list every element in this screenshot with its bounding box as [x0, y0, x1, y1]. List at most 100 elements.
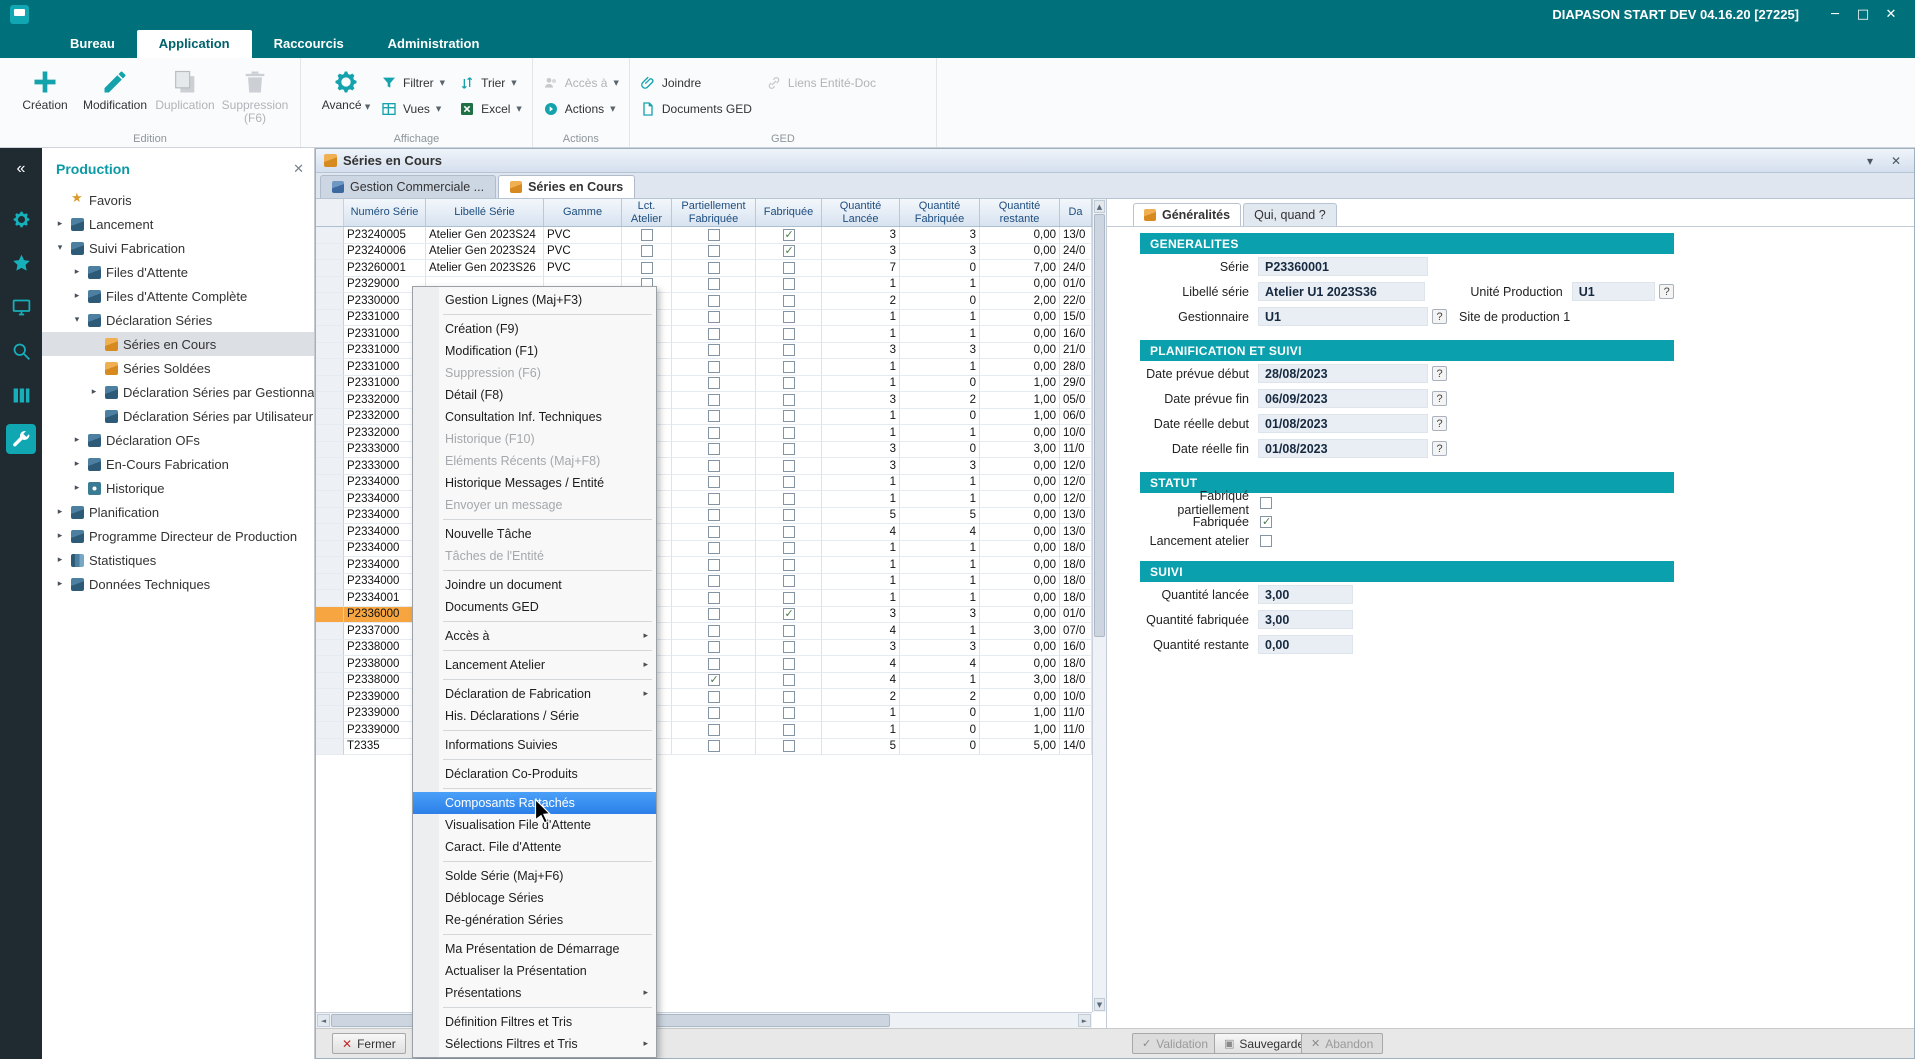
col-partiellement-fabriquee[interactable]: Partiellement Fabriquée	[672, 199, 756, 226]
partiellement-fabriquee-checkbox[interactable]	[708, 311, 720, 323]
partiellement-fabriquee-checkbox[interactable]	[708, 509, 720, 521]
table-row[interactable]: P23240006 Atelier Gen 2023S24 PVC 3 3 0,…	[316, 244, 1092, 261]
row-selector[interactable]	[316, 458, 344, 475]
vertical-scrollbar[interactable]: ▲ ▼	[1092, 199, 1106, 1012]
libelle-serie-field[interactable]: Atelier U1 2023S36	[1258, 282, 1425, 301]
date-field[interactable]: 01/08/2023	[1258, 439, 1428, 458]
context-menu-item[interactable]: Sélections Filtres et Tris	[413, 1033, 656, 1055]
close-icon[interactable]	[1877, 7, 1905, 22]
row-selector[interactable]	[316, 293, 344, 310]
tree-chevron-icon[interactable]: ▸	[54, 531, 66, 541]
fabriquee-checkbox[interactable]	[783, 229, 795, 241]
partiellement-fabriquee-checkbox[interactable]	[708, 361, 720, 373]
context-menu-item[interactable]: Tâches de l'Entité	[413, 545, 656, 567]
row-selector[interactable]	[316, 409, 344, 426]
partiellement-fabriquee-checkbox[interactable]	[708, 674, 720, 686]
row-selector[interactable]	[316, 260, 344, 277]
row-selector[interactable]	[316, 689, 344, 706]
tab-qui-quand[interactable]: Qui, quand ?	[1243, 203, 1337, 226]
actions-button[interactable]: Actions	[543, 101, 619, 117]
context-menu-item[interactable]: His. Déclarations / Série	[413, 705, 656, 727]
sidebar-tree-item[interactable]: ▸ Historique	[42, 476, 314, 500]
partiellement-fabriquee-checkbox[interactable]	[708, 493, 720, 505]
partiellement-fabriquee-checkbox[interactable]	[708, 443, 720, 455]
partiellement-fabriquee-checkbox[interactable]	[708, 625, 720, 637]
quantity-field[interactable]: 0,00	[1258, 635, 1353, 654]
fabriquee-checkbox[interactable]	[783, 592, 795, 604]
context-menu-item[interactable]: Ma Présentation de Démarrage	[413, 938, 656, 960]
row-selector[interactable]	[316, 574, 344, 591]
fabriquee-checkbox[interactable]	[783, 674, 795, 686]
sidebar-tree-item[interactable]: Séries Soldées	[42, 356, 314, 380]
fabriquee-checkbox[interactable]	[783, 641, 795, 653]
help-button[interactable]	[1432, 416, 1447, 431]
menu-tab-administration[interactable]: Administration	[366, 30, 502, 58]
fermer-button[interactable]: Fermer	[332, 1033, 406, 1054]
partiellement-fabriquee-checkbox[interactable]	[708, 394, 720, 406]
help-button[interactable]	[1659, 284, 1674, 299]
tree-chevron-icon[interactable]: ▾	[71, 315, 83, 325]
lct-atelier-checkbox[interactable]	[641, 262, 653, 274]
fabriquee-checkbox[interactable]	[783, 344, 795, 356]
row-selector[interactable]	[316, 277, 344, 294]
fabriquee-checkbox[interactable]	[783, 361, 795, 373]
sidebar-tree-item[interactable]: ▸ Déclaration OFs	[42, 428, 314, 452]
partiellement-fabriquee-checkbox[interactable]	[708, 295, 720, 307]
context-menu-item[interactable]: Accès à	[413, 625, 656, 647]
row-selector[interactable]	[316, 475, 344, 492]
partiellement-fabriquee-checkbox[interactable]	[708, 262, 720, 274]
tree-chevron-icon[interactable]: ▸	[88, 387, 100, 397]
fabriquee-checkbox[interactable]	[783, 509, 795, 521]
status-checkbox[interactable]	[1260, 497, 1272, 509]
row-selector[interactable]	[316, 706, 344, 723]
context-menu-item[interactable]: Présentations	[413, 982, 656, 1004]
partiellement-fabriquee-checkbox[interactable]	[708, 707, 720, 719]
sidebar-tree-item[interactable]: ▸ Déclaration Séries par Gestionnaire	[42, 380, 314, 404]
col-fabriquee[interactable]: Fabriquée	[756, 199, 822, 226]
fabriquee-checkbox[interactable]	[783, 724, 795, 736]
date-field[interactable]: 01/08/2023	[1258, 414, 1428, 433]
wrench-icon[interactable]	[6, 424, 36, 454]
partiellement-fabriquee-checkbox[interactable]	[708, 278, 720, 290]
tree-chevron-icon[interactable]: ▸	[54, 555, 66, 565]
partiellement-fabriquee-checkbox[interactable]	[708, 328, 720, 340]
context-menu-item[interactable]: Historique (F10)	[413, 428, 656, 450]
context-menu-item[interactable]: Joindre un document	[413, 574, 656, 596]
context-menu-item[interactable]: Nouvelle Tâche	[413, 523, 656, 545]
vues-button[interactable]: Vues	[381, 101, 445, 117]
table-row[interactable]: P23240005 Atelier Gen 2023S24 PVC 3 3 0,…	[316, 227, 1092, 244]
scrollbar-thumb[interactable]	[1094, 214, 1105, 637]
partiellement-fabriquee-checkbox[interactable]	[708, 410, 720, 422]
fabriquee-checkbox[interactable]	[783, 295, 795, 307]
help-button[interactable]	[1432, 366, 1447, 381]
row-selector[interactable]	[316, 673, 344, 690]
row-selector[interactable]	[316, 623, 344, 640]
row-selector[interactable]	[316, 722, 344, 739]
rollup-icon[interactable]	[1860, 154, 1880, 168]
col-quantite-lancee[interactable]: Quantité Lancée	[822, 199, 900, 226]
partiellement-fabriquee-checkbox[interactable]	[708, 724, 720, 736]
sidebar-tree-item[interactable]: ▸ Lancement	[42, 212, 314, 236]
fabriquee-checkbox[interactable]	[783, 691, 795, 703]
row-selector[interactable]	[316, 557, 344, 574]
fabriquee-checkbox[interactable]	[783, 476, 795, 488]
partiellement-fabriquee-checkbox[interactable]	[708, 559, 720, 571]
context-menu-item[interactable]: Déclaration Co-Produits	[413, 763, 656, 785]
joindre-button[interactable]: Joindre	[640, 75, 752, 91]
modification-button[interactable]: Modification	[80, 62, 150, 112]
fabriquee-checkbox[interactable]	[783, 443, 795, 455]
fabriquee-checkbox[interactable]	[783, 377, 795, 389]
fabriquee-checkbox[interactable]	[783, 526, 795, 538]
sidebar-tree-item[interactable]: ▸ Files d'Attente	[42, 260, 314, 284]
trier-button[interactable]: Trier	[459, 75, 522, 91]
fabriquee-checkbox[interactable]	[783, 460, 795, 472]
partiellement-fabriquee-checkbox[interactable]	[708, 460, 720, 472]
row-selector[interactable]	[316, 442, 344, 459]
help-button[interactable]	[1432, 391, 1447, 406]
col-lct-atelier[interactable]: Lct. Atelier	[622, 199, 672, 226]
row-selector[interactable]	[316, 425, 344, 442]
gear-icon[interactable]	[6, 204, 36, 234]
status-checkbox[interactable]	[1260, 516, 1272, 528]
help-button[interactable]	[1432, 309, 1447, 324]
lct-atelier-checkbox[interactable]	[641, 229, 653, 241]
